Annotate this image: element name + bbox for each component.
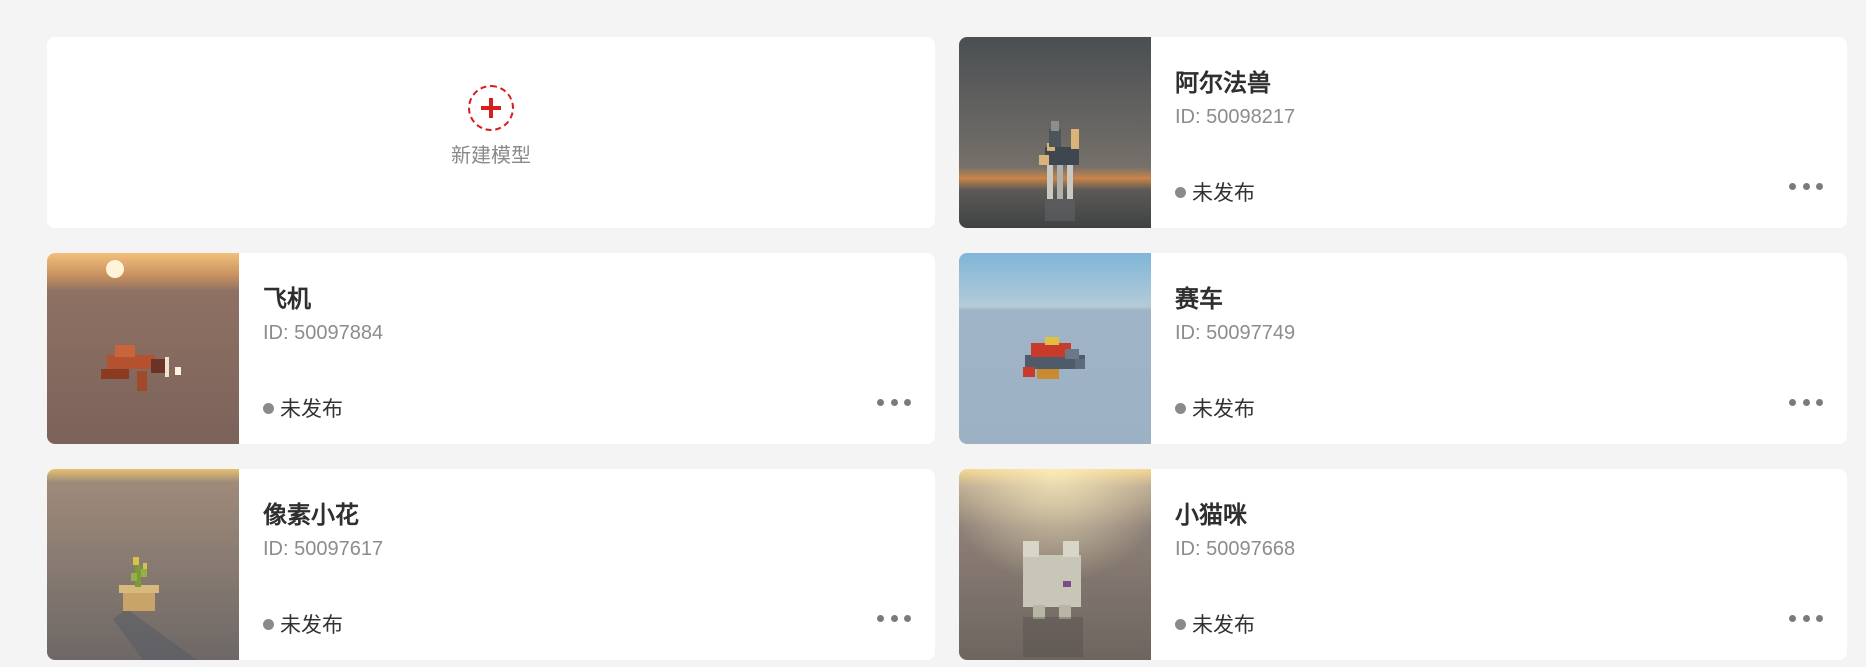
model-title: 赛车 (1175, 286, 1223, 313)
model-card-kitty[interactable]: 小猫咪 ID: 50097668 未发布 (959, 469, 1847, 660)
status-badge: 未发布 (263, 609, 343, 639)
more-options-icon[interactable] (1789, 611, 1823, 625)
model-title: 阿尔法兽 (1175, 70, 1271, 97)
model-id: ID: 50097617 (263, 538, 384, 560)
status-badge: 未发布 (1175, 393, 1255, 423)
airplane-voxel-model-icon (47, 253, 239, 444)
model-info: 小猫咪 ID: 50097668 未发布 (1151, 469, 1847, 660)
model-card-airplane[interactable]: 飞机 ID: 50097884 未发布 (47, 253, 935, 444)
model-id: ID: 50098217 (1175, 106, 1296, 128)
cat-voxel-model-icon (959, 469, 1151, 660)
model-id: ID: 50097668 (1175, 538, 1296, 560)
model-grid: 新建模型 阿尔法兽 ID: 50098217 未发布 飞机 ID: 500978… (47, 37, 1847, 660)
new-model-label: 新建模型 (451, 145, 531, 167)
model-info: 赛车 ID: 50097749 未发布 (1151, 253, 1847, 444)
status-badge: 未发布 (263, 393, 343, 423)
model-card-alphamon[interactable]: 阿尔法兽 ID: 50098217 未发布 (959, 37, 1847, 228)
status-label: 未发布 (280, 398, 343, 421)
status-label: 未发布 (1192, 398, 1255, 421)
add-model-icon[interactable] (468, 85, 514, 131)
status-dot-icon (263, 402, 274, 414)
model-info: 像素小花 ID: 50097617 未发布 (239, 469, 935, 660)
model-info: 阿尔法兽 ID: 50098217 未发布 (1151, 37, 1847, 228)
model-id: ID: 50097884 (263, 322, 384, 344)
status-dot-icon (263, 618, 274, 630)
model-info: 飞机 ID: 50097884 未发布 (239, 253, 935, 444)
status-dot-icon (1175, 402, 1186, 414)
status-badge: 未发布 (1175, 609, 1255, 639)
dog-voxel-model-icon (959, 37, 1151, 228)
model-title: 小猫咪 (1175, 502, 1247, 529)
more-options-icon[interactable] (1789, 395, 1823, 409)
model-card-pixel-flower[interactable]: 像素小花 ID: 50097617 未发布 (47, 469, 935, 660)
status-badge: 未发布 (1175, 177, 1255, 207)
more-options-icon[interactable] (877, 611, 911, 625)
status-label: 未发布 (280, 614, 343, 637)
status-label: 未发布 (1192, 182, 1255, 205)
model-title: 飞机 (263, 286, 311, 313)
model-title: 像素小花 (263, 502, 359, 529)
more-options-icon[interactable] (877, 395, 911, 409)
status-dot-icon (1175, 186, 1186, 198)
new-model-card[interactable]: 新建模型 (47, 37, 935, 228)
status-dot-icon (1175, 618, 1186, 630)
more-options-icon[interactable] (1789, 179, 1823, 193)
model-id: ID: 50097749 (1175, 322, 1296, 344)
status-label: 未发布 (1192, 614, 1255, 637)
model-card-race-car[interactable]: 赛车 ID: 50097749 未发布 (959, 253, 1847, 444)
flower-pot-voxel-model-icon (47, 469, 239, 660)
race-car-voxel-model-icon (959, 253, 1151, 444)
